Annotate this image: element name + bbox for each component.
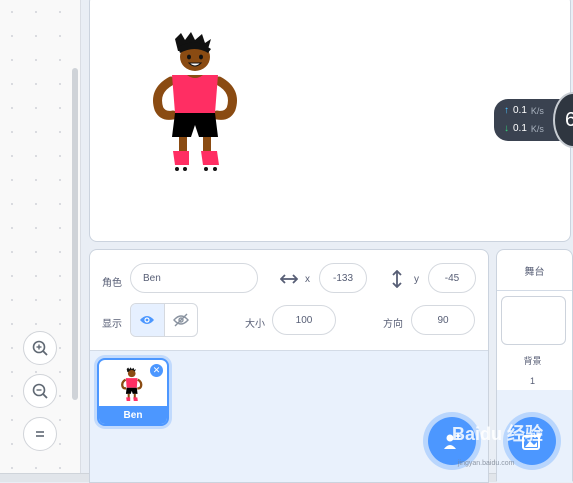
direction-value: 90	[437, 314, 449, 326]
horizontal-arrows-icon	[280, 274, 298, 284]
backdrop-label: 背景	[523, 356, 542, 366]
eye-off-icon	[172, 313, 189, 327]
backdrop-count: 1	[529, 376, 535, 386]
sprite-tile-name: Ben	[99, 406, 167, 424]
upload-speed: 0.1	[513, 105, 527, 116]
delete-sprite-button[interactable]: ✕	[149, 363, 164, 378]
zoom-in-icon	[32, 340, 48, 356]
show-label: 显示	[102, 319, 122, 330]
baidu-watermark: Baidu 经验 jingyan.baidu.com	[452, 420, 572, 470]
x-input[interactable]: -133	[319, 263, 367, 293]
vertical-arrows-icon	[392, 270, 402, 288]
sprite-tile[interactable]: ✕ Ben	[97, 358, 169, 426]
zoom-reset-button[interactable]	[23, 417, 57, 451]
size-input[interactable]: 100	[272, 305, 336, 335]
size-value: 100	[295, 314, 313, 326]
zoom-out-button[interactable]	[23, 374, 57, 408]
network-badge-value: 6	[565, 108, 573, 131]
y-input[interactable]: -45	[428, 263, 476, 293]
zoom-out-icon	[32, 383, 48, 399]
direction-input[interactable]: 90	[411, 305, 475, 335]
stage-panel-title: 舞台	[497, 250, 572, 291]
hide-sprite-button[interactable]	[165, 304, 198, 336]
close-icon: ✕	[152, 365, 161, 375]
sprite-name-input[interactable]: Ben	[130, 263, 258, 293]
visibility-toggle	[130, 303, 198, 337]
sprite-thumbnail-image	[121, 367, 143, 401]
download-unit: K/s	[530, 123, 544, 134]
upload-arrow-icon: ↑	[504, 105, 509, 116]
sprite-ben-on-stage[interactable]	[145, 31, 255, 181]
y-value: -45	[444, 272, 460, 284]
sprite-name-value: Ben	[143, 272, 161, 284]
zoom-in-button[interactable]	[23, 331, 57, 365]
download-speed: 0.1	[513, 123, 527, 134]
equals-icon	[36, 431, 44, 437]
upload-unit: K/s	[530, 105, 544, 116]
watermark-url: jingyan.baidu.com	[458, 460, 515, 467]
download-arrow-icon: ↓	[504, 123, 509, 134]
show-sprite-button[interactable]	[131, 304, 165, 336]
backdrop-thumbnail[interactable]	[501, 296, 566, 345]
y-label: y	[414, 274, 419, 285]
direction-label: 方向	[383, 319, 403, 330]
size-label: 大小	[245, 319, 265, 330]
x-label: x	[305, 274, 310, 285]
sprite-list: ✕ Ben	[90, 350, 488, 482]
x-value: -133	[332, 272, 353, 284]
code-area-scrollbar[interactable]	[72, 68, 78, 400]
eye-icon	[140, 316, 155, 324]
watermark-text: Baidu 经验	[452, 424, 544, 444]
sprite-name-label: 角色	[102, 278, 122, 289]
